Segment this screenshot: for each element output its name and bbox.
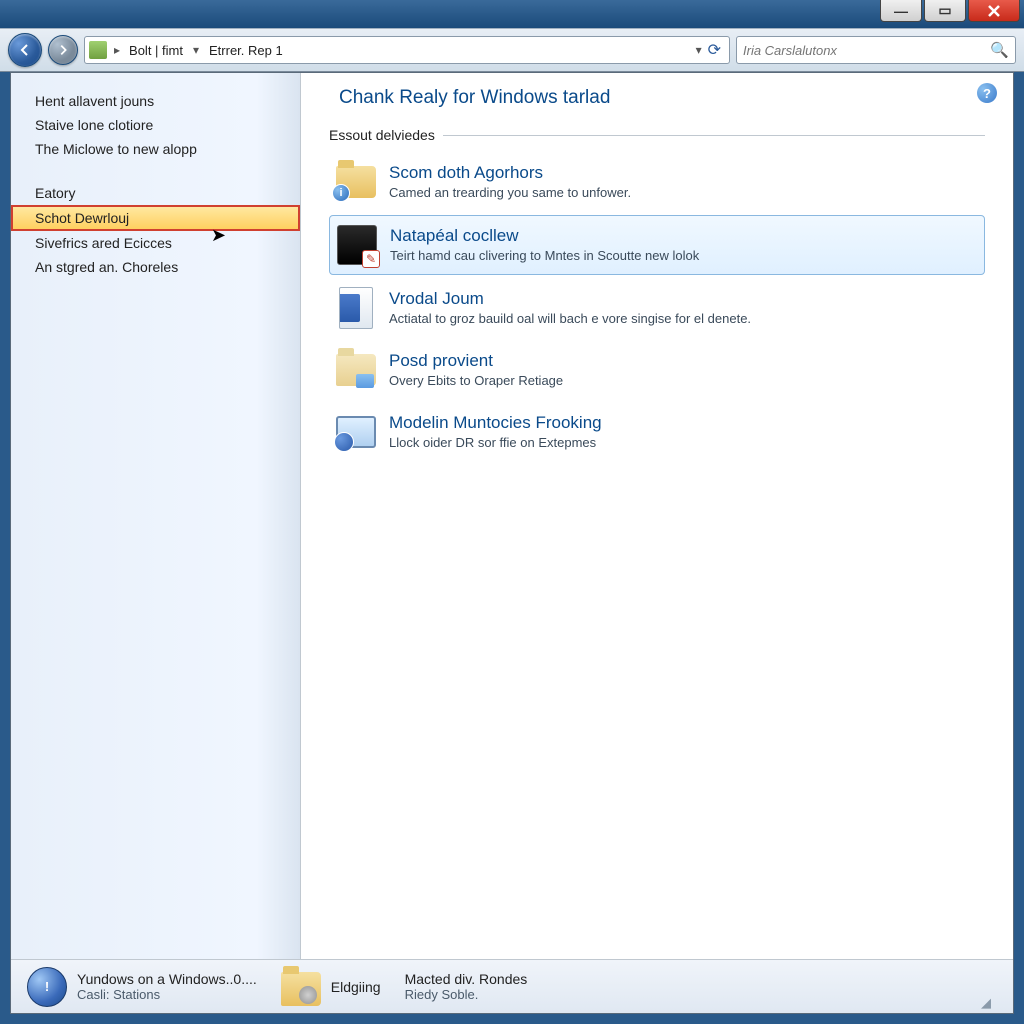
status-item: Eldgiing xyxy=(281,968,381,1006)
window-titlebar: — ▭ xyxy=(0,0,1024,28)
item-desc: Actiatal to groz bauild oal will bach e … xyxy=(389,311,751,326)
system-orb-icon: ! xyxy=(27,967,67,1007)
toolbar: ▸ Bolt | fimt ▾ Etrrer. Rep 1 ▾ ⟳ 🔍 xyxy=(0,28,1024,72)
item-desc: Overy Ebits to Oraper Retiage xyxy=(389,373,563,388)
status-line: Macted div. Rondes xyxy=(405,971,528,987)
sidebar-group: Hent allavent jouns Staive lone clotiore… xyxy=(11,89,300,161)
breadcrumb[interactable]: ▸ Bolt | fimt ▾ Etrrer. Rep 1 ▾ ⟳ xyxy=(84,36,730,64)
monitor-icon xyxy=(335,411,377,453)
program-icon: ✎ xyxy=(336,224,378,266)
status-line: Riedy Soble. xyxy=(405,987,528,1002)
item-title[interactable]: Vrodal Joum xyxy=(389,289,751,309)
statusbar: ! Yundows on a Windows..0.... Casli: Sta… xyxy=(11,959,1013,1013)
chevron-down-icon[interactable]: ▾ xyxy=(189,43,203,57)
item-desc: Camed an trearding you same to unfower. xyxy=(389,185,631,200)
breadcrumb-segment[interactable]: Bolt | fimt xyxy=(125,41,187,60)
sidebar-item[interactable]: Hent allavent jouns xyxy=(11,89,300,113)
search-box[interactable]: 🔍 xyxy=(736,36,1016,64)
page-title: Chank Realy for Windows tarlad xyxy=(329,87,985,109)
content-body: Hent allavent jouns Staive lone clotiore… xyxy=(11,73,1013,959)
close-icon xyxy=(986,3,1002,19)
resize-grip-icon[interactable]: ◢ xyxy=(981,995,997,1011)
sidebar-item-selected[interactable]: Schot Dewrlouj ➤ xyxy=(11,205,300,231)
list-item[interactable]: i Scom doth Agorhors Camed an trearding … xyxy=(329,153,985,211)
list-item[interactable]: Modelin Muntocies Frooking Llock oider D… xyxy=(329,403,985,461)
item-title[interactable]: Posd provient xyxy=(389,351,563,371)
section-label: Essout delviedes xyxy=(329,127,435,143)
document-icon xyxy=(335,287,377,329)
sidebar: Hent allavent jouns Staive lone clotiore… xyxy=(11,73,301,959)
list-item[interactable]: Posd provient Overy Ebits to Oraper Reti… xyxy=(329,341,985,399)
search-input[interactable] xyxy=(743,43,990,58)
search-icon[interactable]: 🔍 xyxy=(990,41,1009,59)
folder-wrench-icon xyxy=(281,972,321,1006)
arrow-left-icon xyxy=(17,42,33,58)
item-desc: Llock oider DR sor ffie on Extepmes xyxy=(389,435,602,450)
sidebar-item[interactable]: An stgred an. Choreles xyxy=(11,255,300,279)
status-line: Casli: Stations xyxy=(77,987,257,1002)
sidebar-item[interactable]: The Miclowe to new alopp xyxy=(11,137,300,161)
item-title[interactable]: Modelin Muntocies Frooking xyxy=(389,413,602,433)
list-item-highlighted[interactable]: ✎ Natapéal cocllew Teirt hamd cau cliver… xyxy=(329,215,985,275)
close-button[interactable] xyxy=(968,0,1020,22)
minimize-button[interactable]: — xyxy=(880,0,922,22)
breadcrumb-segment[interactable]: Etrrer. Rep 1 xyxy=(205,41,287,60)
sidebar-group: Eatory Schot Dewrlouj ➤ Sivefrics ared E… xyxy=(11,181,300,279)
dropdown-icon[interactable]: ▾ xyxy=(696,43,702,57)
content-frame: Hent allavent jouns Staive lone clotiore… xyxy=(10,72,1014,1014)
status-item: ! Yundows on a Windows..0.... Casli: Sta… xyxy=(27,967,257,1007)
back-button[interactable] xyxy=(8,33,42,67)
list-item[interactable]: Vrodal Joum Actiatal to groz bauild oal … xyxy=(329,279,985,337)
refresh-button[interactable]: ⟳ xyxy=(708,40,721,60)
forward-button[interactable] xyxy=(48,35,78,65)
maximize-button[interactable]: ▭ xyxy=(924,0,966,22)
sidebar-item[interactable]: Eatory xyxy=(11,181,300,205)
item-title[interactable]: Scom doth Agorhors xyxy=(389,163,631,183)
status-item: Macted div. Rondes Riedy Soble. xyxy=(405,971,528,1002)
sidebar-item-label: Schot Dewrlouj xyxy=(35,210,129,226)
window-controls: — ▭ xyxy=(880,0,1020,22)
folder-info-icon: i xyxy=(335,161,377,203)
status-line: Yundows on a Windows..0.... xyxy=(77,971,257,987)
arrow-right-icon xyxy=(56,43,70,57)
chevron-right-icon: ▸ xyxy=(111,43,123,57)
main-pane: ? Chank Realy for Windows tarlad Essout … xyxy=(301,73,1013,959)
section-header: Essout delviedes xyxy=(329,127,985,143)
folder-tool-icon xyxy=(335,349,377,391)
item-title[interactable]: Natapéal cocllew xyxy=(390,226,699,246)
sidebar-item[interactable]: Sivefrics ared Ecicces xyxy=(11,231,300,255)
item-desc: Teirt hamd cau clivering to Mntes in Sco… xyxy=(390,248,699,263)
sidebar-item[interactable]: Staive lone clotiore xyxy=(11,113,300,137)
help-icon[interactable]: ? xyxy=(977,83,997,103)
location-icon xyxy=(89,41,107,59)
status-line: Eldgiing xyxy=(331,979,381,995)
